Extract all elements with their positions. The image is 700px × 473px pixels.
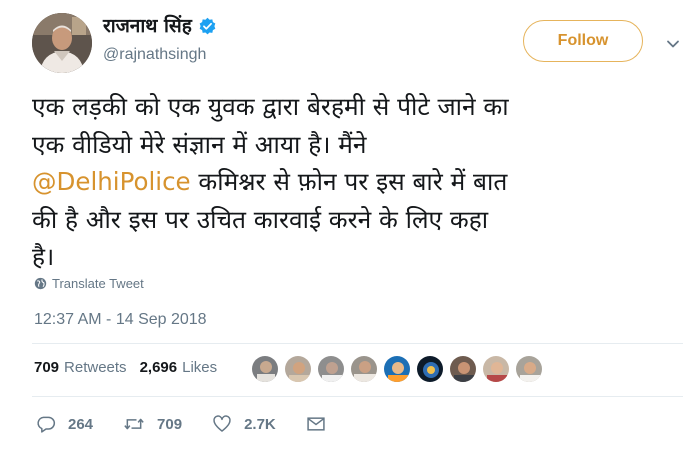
tweet-text-line: एक वीडियो मेरे संज्ञान में आया है। मैंने (32, 129, 367, 159)
globe-icon (34, 277, 47, 290)
tweet-text-line: है। (32, 242, 55, 271)
direct-message-button[interactable] (306, 414, 338, 434)
likes-count: 2,696 (139, 359, 178, 376)
tweet-text-line: @DelhiPolice कमिश्नर से फ़ोन पर इस बारे … (32, 163, 687, 201)
retweets-stat[interactable]: 709 Retweets (34, 359, 127, 376)
retweets-count: 709 (34, 359, 60, 376)
follow-button[interactable]: Follow (523, 20, 643, 62)
liker-avatar[interactable] (251, 355, 279, 383)
tweet-text-line: की है और इस पर उचित कारवाई करने के लिए क… (32, 204, 489, 234)
divider (32, 396, 683, 397)
likes-stat[interactable]: 2,696 Likes (140, 359, 218, 376)
tweet-text: एक लड़की को एक युवक द्वारा बेरहमी से पीट… (32, 88, 687, 276)
tweet-text-segment: कमिश्नर से फ़ोन पर इस बारे में बात (190, 167, 508, 196)
avatar[interactable] (32, 13, 92, 73)
verified-badge-icon (198, 17, 217, 36)
likes-label: Likes (182, 359, 218, 376)
author-name-row[interactable]: राजनाथ सिंह (103, 15, 217, 37)
tweet-actions: 264 709 2.7K (36, 414, 368, 434)
reply-count: 264 (68, 415, 94, 433)
tweet-card: राजनाथ सिंह @rajnathsingh Follow एक लड़क… (0, 0, 700, 473)
retweet-count: 709 (157, 415, 183, 433)
like-count: 2.7K (244, 415, 276, 433)
reply-button[interactable]: 264 (36, 414, 93, 434)
divider (32, 343, 683, 344)
liker-avatar[interactable] (416, 355, 444, 383)
liker-avatar[interactable] (317, 355, 345, 383)
retweet-button[interactable]: 709 (123, 414, 182, 434)
tweet-text-line: एक लड़की को एक युवक द्वारा बेरहमी से पीट… (32, 92, 509, 121)
engagement-stats: 709 Retweets 2,696 Likes (34, 359, 230, 376)
liker-avatars (251, 355, 548, 383)
message-icon (307, 417, 325, 431)
display-name[interactable]: राजनाथ सिंह (103, 15, 192, 37)
mention-link[interactable]: @DelhiPolice (32, 167, 191, 196)
liker-avatar[interactable] (383, 355, 411, 383)
like-button[interactable]: 2.7K (212, 414, 276, 434)
liker-avatar[interactable] (482, 355, 510, 383)
translate-tweet-link[interactable]: Translate Tweet (34, 276, 144, 291)
translate-label[interactable]: Translate Tweet (52, 276, 144, 291)
retweets-label: Retweets (64, 359, 127, 376)
liker-avatar[interactable] (449, 355, 477, 383)
liker-avatar[interactable] (350, 355, 378, 383)
chevron-down-icon[interactable] (665, 36, 681, 52)
user-handle[interactable]: @rajnathsingh (103, 46, 206, 64)
liker-avatar[interactable] (284, 355, 312, 383)
tweet-timestamp[interactable]: 12:37 AM - 14 Sep 2018 (34, 311, 207, 329)
heart-icon (213, 415, 231, 432)
retweet-icon (124, 418, 144, 430)
liker-avatar[interactable] (515, 355, 543, 383)
reply-icon (37, 416, 56, 433)
